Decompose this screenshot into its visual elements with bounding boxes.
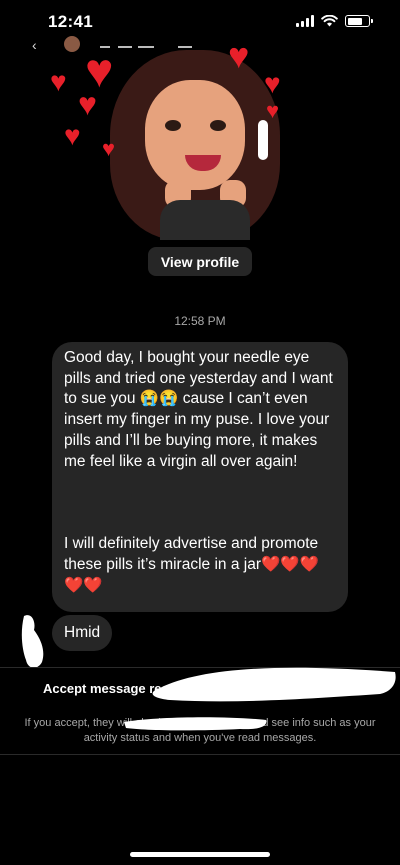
cellular-signal-icon	[296, 15, 314, 27]
heart-icon: ♥	[228, 35, 250, 76]
heart-icon: ♥	[64, 120, 81, 151]
heart-icon: ♥	[264, 68, 281, 99]
message-paragraph: Good day, I bought your needle eye pills…	[64, 348, 336, 472]
message-bubble[interactable]: Good day, I bought your needle eye pills…	[52, 342, 348, 612]
view-profile-button[interactable]: View profile	[148, 247, 252, 276]
redaction-mark	[152, 667, 396, 702]
avatar-shirt	[160, 200, 250, 240]
battery-level	[347, 17, 362, 25]
avatar-eye	[210, 120, 226, 131]
avatar-eye	[165, 120, 181, 131]
redaction-mark	[258, 120, 268, 160]
status-icons	[296, 15, 373, 27]
battery-icon	[345, 15, 373, 27]
profile-avatar-image[interactable]: ♥ ♥ ♥ ♥ ♥ ♥ ♥ ♥	[50, 35, 300, 250]
status-time: 12:41	[48, 12, 93, 31]
message-timestamp: 12:58 PM	[174, 314, 226, 328]
heart-icon: ♥	[102, 136, 116, 161]
heart-icon: ♥	[78, 86, 97, 122]
heart-icon: ♥	[266, 98, 280, 123]
wifi-icon	[321, 15, 338, 27]
message-paragraph: I will definitely advertise and promote …	[64, 534, 336, 596]
home-indicator[interactable]	[130, 852, 270, 857]
divider	[0, 754, 400, 755]
message-text: Hmid	[64, 624, 101, 641]
message-bubble[interactable]: Hmid	[52, 615, 112, 651]
avatar-face	[145, 80, 245, 190]
back-chevron-icon[interactable]: ‹	[32, 37, 37, 53]
crying-emoji: 😭😭	[139, 390, 179, 408]
heart-icon: ♥	[50, 66, 67, 97]
redaction-mark	[124, 717, 267, 731]
redaction-mark	[21, 615, 44, 668]
